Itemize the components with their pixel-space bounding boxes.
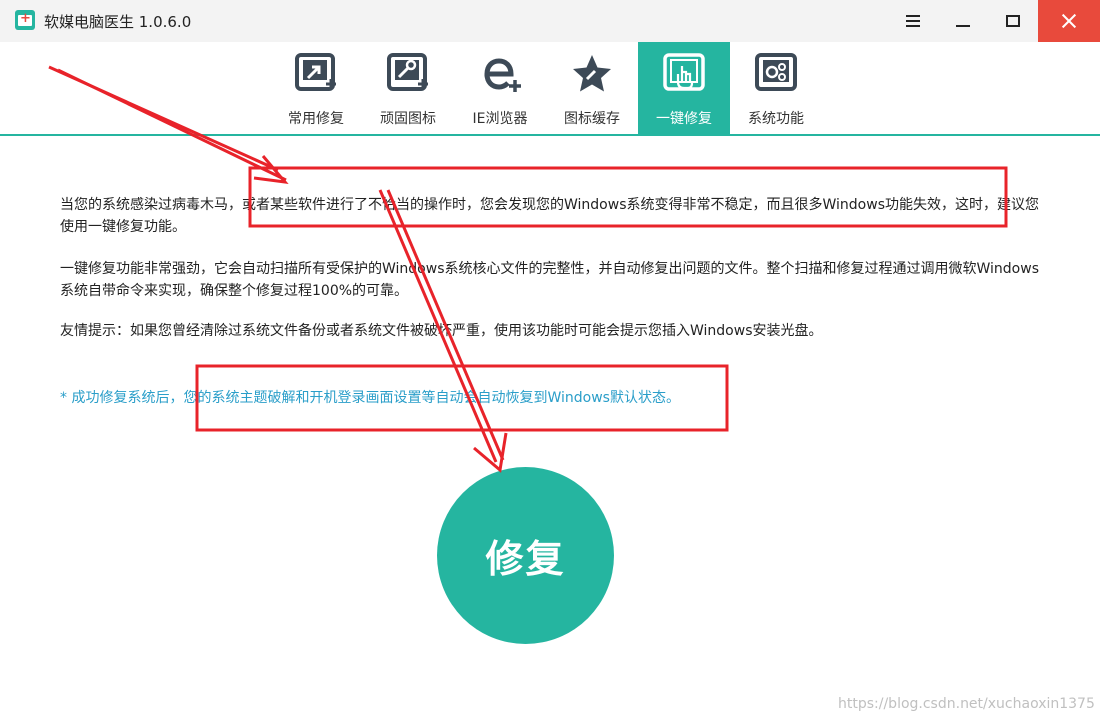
close-icon xyxy=(1061,13,1077,29)
annotation-arrowhead-2 xyxy=(473,432,508,473)
friendly-tip-paragraph: 友情提示：如果您曾经清除过系统文件备份或者系统文件被破坏严重，使用该功能时可能会… xyxy=(60,323,823,339)
maximize-button[interactable] xyxy=(988,0,1038,42)
menu-icon xyxy=(906,15,920,27)
close-button[interactable] xyxy=(1038,0,1100,42)
title-bar: 软媒电脑医生 1.0.6.0 xyxy=(0,0,1100,42)
common-repair-icon xyxy=(295,53,336,91)
stubborn-icon-tool-icon xyxy=(387,53,428,91)
ie-browser-icon xyxy=(484,58,521,92)
tab-label: 图标缓存 xyxy=(564,111,620,127)
watermark-text: https://blog.csdn.net/xuchaoxin1375 xyxy=(838,696,1095,712)
maximize-icon xyxy=(1006,15,1020,27)
minimize-button[interactable] xyxy=(938,0,988,42)
app-logo-icon xyxy=(15,10,35,30)
toolbar-divider xyxy=(0,134,1100,136)
repair-button[interactable]: 修复 xyxy=(437,467,614,644)
icon-cache-star-icon xyxy=(573,55,611,92)
tab-label: 常用修复 xyxy=(288,111,344,127)
description-paragraph-1: 当您的系统感染过病毒木马，或者某些软件进行了不恰当的操作时，您会发现您的Wind… xyxy=(60,197,1039,235)
minimize-icon xyxy=(956,25,970,27)
tab-ie-browser[interactable]: IE浏览器 xyxy=(454,42,546,134)
restore-note: * 成功修复系统后，您的系统主题破解和开机登录画面设置等自动会自动恢复到Wind… xyxy=(60,390,680,406)
tab-icon-cache[interactable]: 图标缓存 xyxy=(546,42,638,134)
menu-button[interactable] xyxy=(888,0,938,42)
tab-label: 一键修复 xyxy=(656,111,712,127)
annotation-arrowhead-1 xyxy=(253,155,289,184)
tab-label: 系统功能 xyxy=(748,111,804,127)
tab-system-function[interactable]: 系统功能 xyxy=(730,42,822,134)
tab-stubborn-icon[interactable]: 顽固图标 xyxy=(362,42,454,134)
tab-common-repair[interactable]: 常用修复 xyxy=(270,42,362,134)
window-title: 软媒电脑医生 1.0.6.0 xyxy=(44,13,192,31)
tab-one-click-repair[interactable]: 一键修复 xyxy=(638,42,730,134)
one-click-repair-icon xyxy=(663,53,705,91)
system-function-gears-icon xyxy=(755,53,797,91)
tab-label: 顽固图标 xyxy=(380,111,436,127)
description-paragraph-2: 一键修复功能非常强劲，它会自动扫描所有受保护的Windows系统核心文件的完整性… xyxy=(60,261,1039,299)
tab-label: IE浏览器 xyxy=(472,111,528,127)
